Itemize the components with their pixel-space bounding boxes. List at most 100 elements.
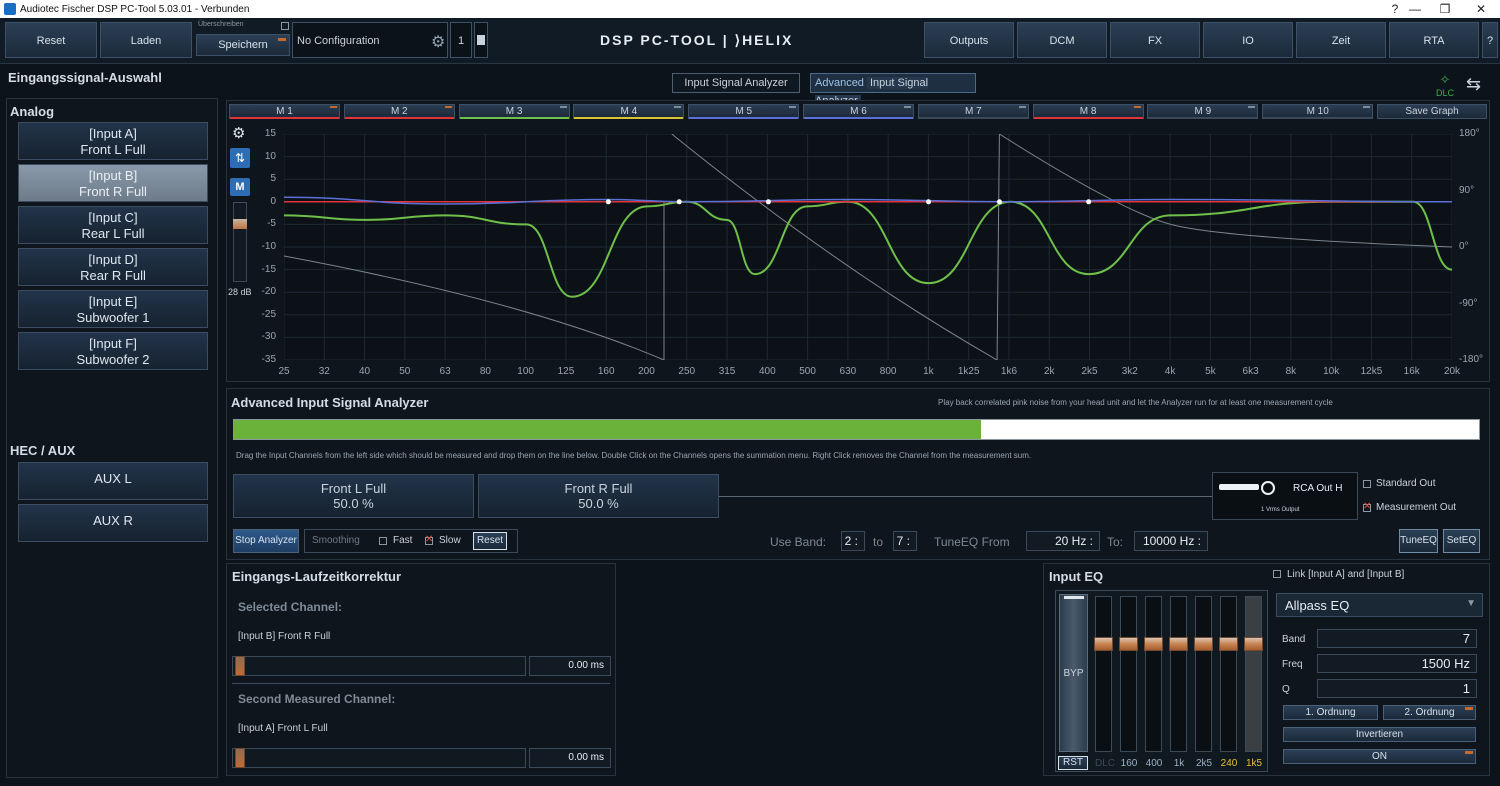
dlc-label: DLC <box>1435 88 1454 98</box>
maximize-button[interactable]: ❐ <box>1430 0 1460 18</box>
delay-slider-selected[interactable] <box>232 656 526 676</box>
memory-slot-6[interactable]: M 6 <box>803 104 914 119</box>
memory-slot-5[interactable]: M 5 <box>688 104 800 119</box>
eq-on-button[interactable]: ON <box>1283 749 1476 764</box>
tab-advanced-analyzer[interactable]: Advanced Input Signal Analyzer <box>810 73 976 107</box>
dcm-button[interactable]: DCM <box>1017 22 1107 58</box>
eq-band-slider[interactable] <box>1194 596 1213 752</box>
input-button-d[interactable]: [Input D] Rear R Full <box>18 248 208 286</box>
band-from-spinner[interactable]: 2 : <box>841 531 865 551</box>
band-field[interactable]: 7 <box>1317 629 1477 648</box>
help-button[interactable]: ? <box>1482 22 1498 58</box>
frequency-response-chart[interactable] <box>284 134 1452 360</box>
eq-band-knob[interactable] <box>1244 637 1263 651</box>
input-button-b[interactable]: [Input B] Front R Full <box>18 164 208 202</box>
input-button-e[interactable]: [Input E] Subwoofer 1 <box>18 290 208 328</box>
dlc-icon[interactable]: ✧ DLC <box>1432 72 1458 98</box>
delay-slider-knob[interactable] <box>235 748 245 768</box>
fast-checkbox[interactable] <box>379 537 387 545</box>
memory-slot-10[interactable]: M 10 <box>1262 104 1374 119</box>
q-field[interactable]: 1 <box>1317 679 1477 698</box>
x-tick-label: 315 <box>718 366 736 377</box>
seteq-button[interactable]: SetEQ <box>1443 529 1480 553</box>
swap-arrows-icon[interactable]: ⇅ <box>230 148 250 168</box>
gear-icon[interactable]: ⚙ <box>431 32 445 52</box>
tab-input-signal-analyzer[interactable]: Input Signal Analyzer <box>672 73 800 93</box>
standard-out-checkbox[interactable] <box>1363 480 1371 488</box>
config-name-field[interactable]: No Configuration ⚙ <box>292 22 448 58</box>
fx-button[interactable]: FX <box>1110 22 1200 58</box>
eq-band-knob[interactable] <box>1194 637 1213 651</box>
measured-channel-front-l[interactable]: Front L Full 50.0 % <box>233 474 474 518</box>
graph-settings-gear-icon[interactable]: ⚙ <box>232 124 245 142</box>
rta-button[interactable]: RTA <box>1389 22 1479 58</box>
reset-button[interactable]: Reset <box>5 22 97 58</box>
minimize-button[interactable]: — <box>1400 0 1430 18</box>
io-button[interactable]: IO <box>1203 22 1293 58</box>
second-order-button[interactable]: 2. Ordnung <box>1383 705 1476 720</box>
eq-band-label: 1k5 <box>1245 758 1263 769</box>
eq-band-slider[interactable] <box>1219 596 1238 752</box>
outputs-button[interactable]: Outputs <box>924 22 1014 58</box>
eq-band-knob[interactable] <box>1169 637 1188 651</box>
phase-tick-label: 0° <box>1459 241 1469 252</box>
eq-type-dropdown[interactable]: Allpass EQ ▼ <box>1276 593 1483 617</box>
eq-band-knob[interactable] <box>1144 637 1163 651</box>
input-button-a[interactable]: [Input A] Front L Full <box>18 122 208 160</box>
first-order-button[interactable]: 1. Ordnung <box>1283 705 1378 720</box>
dlc-band-knob[interactable] <box>1094 637 1113 651</box>
save-button[interactable]: Speichern <box>196 34 290 56</box>
delay-value-second[interactable]: 0.00 ms <box>529 748 611 768</box>
measurement-out-checkbox[interactable] <box>1363 501 1371 512</box>
delay-slider-knob[interactable] <box>235 656 245 676</box>
eq-band-slider[interactable] <box>1119 596 1138 752</box>
measured-channel-front-r[interactable]: Front R Full 50.0 % <box>478 474 719 518</box>
bypass-button[interactable]: BYP <box>1059 594 1088 752</box>
tune-from-spinner[interactable]: 20 Hz : <box>1026 531 1100 551</box>
freq-label: Freq <box>1282 659 1303 670</box>
eq-reset-button[interactable]: RST <box>1058 756 1088 770</box>
memory-slot-9[interactable]: M 9 <box>1147 104 1259 119</box>
range-slider[interactable] <box>233 202 247 282</box>
band-to-spinner[interactable]: 7 : <box>893 531 917 551</box>
tuneeq-button[interactable]: TuneEQ <box>1399 529 1438 553</box>
preset-number[interactable]: 1 <box>450 22 472 58</box>
freq-field[interactable]: 1500 Hz <box>1317 654 1477 673</box>
load-button[interactable]: Laden <box>100 22 192 58</box>
eq-band-slider[interactable] <box>1144 596 1163 752</box>
memory-slot-2[interactable]: M 2 <box>343 104 455 119</box>
delay-slider-second[interactable] <box>232 748 526 768</box>
link-inputs-checkbox[interactable] <box>1273 570 1281 578</box>
time-button[interactable]: Zeit <box>1296 22 1386 58</box>
stop-analyzer-button[interactable]: Stop Analyzer <box>233 529 299 553</box>
io-settings-icon[interactable]: ⇆ <box>1466 74 1481 95</box>
close-button[interactable]: ✕ <box>1466 0 1496 18</box>
aux-l-button[interactable]: AUX L <box>18 462 208 500</box>
slow-checkbox[interactable] <box>425 534 433 545</box>
input-eq-title: Input EQ <box>1049 569 1104 584</box>
input-button-c[interactable]: [Input C] Rear L Full <box>18 206 208 244</box>
memory-slot-4[interactable]: M 4 <box>573 104 685 119</box>
memory-slot-1[interactable]: M 1 <box>229 104 340 119</box>
smoothing-reset-button[interactable]: Reset <box>473 532 507 550</box>
dlc-band-slider[interactable] <box>1094 596 1113 752</box>
m-mode-button[interactable]: M <box>230 178 250 196</box>
range-slider-knob[interactable] <box>233 219 247 229</box>
save-graph-button[interactable]: Save Graph <box>1377 104 1487 119</box>
overwrite-checkbox[interactable] <box>281 22 289 30</box>
memory-slot-8[interactable]: M 8 <box>1032 104 1144 119</box>
memory-slot-7[interactable]: M 7 <box>917 104 1029 119</box>
eq-band-slider[interactable] <box>1169 596 1188 752</box>
delay-value-selected[interactable]: 0.00 ms <box>529 656 611 676</box>
eq-band-knob[interactable] <box>1219 637 1238 651</box>
invert-button[interactable]: Invertieren <box>1283 727 1476 742</box>
input-button-f[interactable]: [Input F] Subwoofer 2 <box>18 332 208 370</box>
measurement-sum-line[interactable] <box>718 496 1212 497</box>
eq-band-slider[interactable] <box>1244 596 1263 752</box>
memory-slot-3[interactable]: M 3 <box>458 104 570 119</box>
tune-to-spinner[interactable]: 10000 Hz : <box>1134 531 1208 551</box>
aux-r-button[interactable]: AUX R <box>18 504 208 542</box>
edit-icon[interactable] <box>474 22 488 58</box>
x-tick-label: 1k <box>923 366 934 377</box>
eq-band-knob[interactable] <box>1119 637 1138 651</box>
